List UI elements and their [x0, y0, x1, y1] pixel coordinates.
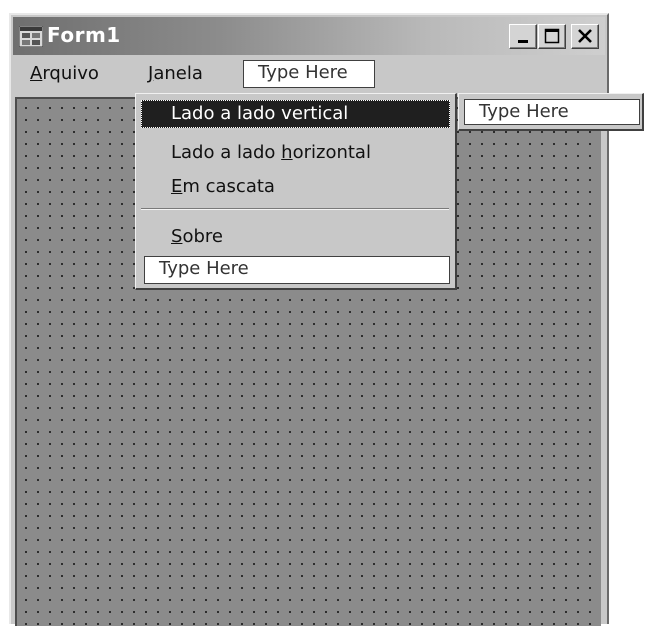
submenu-type-here[interactable]: Type Here [464, 99, 640, 125]
menu-item-lado-a-lado-vertical[interactable]: Lado a lado vertical [141, 100, 450, 128]
minimize-button[interactable] [509, 24, 537, 49]
menu-arquivo[interactable]: Arquivo [30, 63, 99, 84]
close-button[interactable] [571, 24, 599, 49]
title-bar[interactable]: Form1 [13, 17, 605, 55]
menu-item-sobre[interactable]: Sobre [136, 222, 455, 254]
janela-dropdown-menu: Lado a lado vertical Lado a lado horizon… [135, 93, 457, 290]
menu-arquivo-label: rquivo [42, 63, 99, 84]
menu-item-em-cascata[interactable]: Em cascata [136, 172, 455, 204]
menu-janela[interactable]: Janela [148, 63, 203, 84]
menu-arquivo-mnemonic: A [30, 63, 43, 84]
form-icon [18, 25, 44, 48]
menubar-type-here[interactable]: Type Here [243, 60, 375, 88]
window-title: Form1 [47, 23, 121, 47]
menu-janela-label: anela [153, 63, 203, 84]
menu-item-label: Lado a lado horizontal [171, 142, 371, 163]
menu-item-lado-a-lado-horizontal[interactable]: Lado a lado horizontal [136, 138, 455, 170]
menu-separator [141, 208, 449, 210]
menu-bar: Arquivo Janela Type Here [11, 57, 607, 95]
submenu-panel: Type Here [458, 93, 644, 131]
menu-item-label: Lado a lado vertical [171, 103, 349, 124]
menu-item-label: Em cascata [171, 176, 275, 197]
menu-item-label: Sobre [171, 226, 223, 247]
maximize-icon [544, 28, 560, 44]
dropdown-type-here[interactable]: Type Here [144, 256, 450, 284]
close-icon [578, 29, 592, 43]
minimize-icon [518, 40, 528, 43]
maximize-button[interactable] [538, 24, 566, 49]
